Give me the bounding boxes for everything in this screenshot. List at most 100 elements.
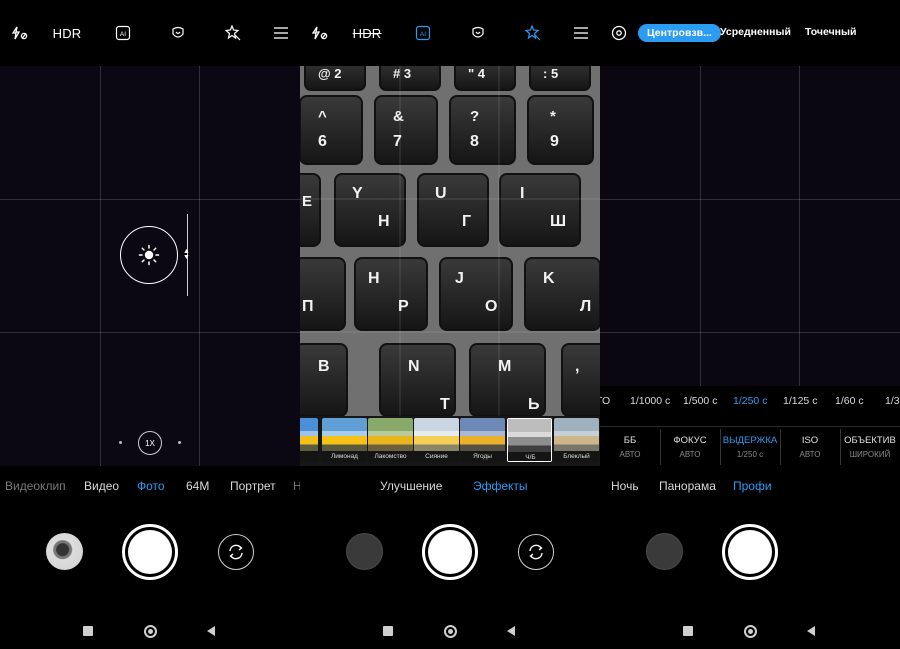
- mode-panorama[interactable]: Панорама: [659, 479, 716, 493]
- shutter-button[interactable]: [422, 524, 478, 580]
- metering-center-weighted[interactable]: Центровзв...: [638, 24, 721, 42]
- speed-option[interactable]: 1/60 с: [835, 395, 864, 407]
- nav-recents-button[interactable]: [382, 622, 394, 640]
- mode-64m[interactable]: 64M: [186, 479, 209, 493]
- flash-off-icon[interactable]: [10, 22, 30, 44]
- gallery-thumbnail[interactable]: [646, 533, 683, 570]
- nav-recents-button[interactable]: [682, 622, 694, 640]
- nav-back-button[interactable]: [806, 622, 816, 640]
- back-icon: [207, 626, 215, 636]
- hdr-button[interactable]: HDR: [53, 22, 82, 44]
- speed-option-selected[interactable]: 1/250 с: [733, 395, 767, 407]
- filter-item[interactable]: й: [300, 418, 318, 462]
- mode-enhance[interactable]: Улучшение: [380, 479, 442, 493]
- filter-item[interactable]: Лакомство: [368, 418, 413, 462]
- shutter-button[interactable]: [122, 524, 178, 580]
- mode-effects[interactable]: Эффекты: [473, 479, 528, 493]
- speed-option[interactable]: 1/500 с: [683, 395, 717, 407]
- mode-photo[interactable]: Фото: [137, 479, 165, 493]
- zoom-button[interactable]: 1X: [138, 431, 162, 455]
- filter-item-selected[interactable]: Ч/Б: [507, 418, 552, 462]
- nav-home-button[interactable]: [742, 622, 758, 640]
- zoom-dot[interactable]: [178, 441, 181, 444]
- flash-off-icon[interactable]: [310, 22, 330, 44]
- square-icon: [383, 626, 393, 636]
- menu-icon[interactable]: [572, 22, 590, 44]
- ai-icon[interactable]: AI: [113, 22, 133, 44]
- square-icon: [683, 626, 693, 636]
- magic-icon[interactable]: [223, 22, 243, 44]
- grid-line: [199, 66, 200, 466]
- param-white-balance[interactable]: ББ АВТО: [600, 427, 660, 467]
- switch-camera-button[interactable]: [518, 534, 554, 570]
- beauty-icon[interactable]: [468, 22, 488, 44]
- filter-item[interactable]: Блеклый: [554, 418, 599, 462]
- hdr-button[interactable]: HDR: [353, 22, 382, 44]
- svg-text:6: 6: [318, 133, 327, 150]
- speed-option[interactable]: 1/3: [885, 395, 900, 407]
- param-iso[interactable]: ISO АВТО: [780, 427, 840, 467]
- grid-line: [600, 332, 900, 333]
- nav-recents-button[interactable]: [82, 622, 94, 640]
- svg-text:^: ^: [318, 108, 327, 125]
- svg-text:7: 7: [393, 133, 402, 150]
- param-shutter-speed[interactable]: ВЫДЕРЖКА 1/250 с: [720, 427, 780, 467]
- exposure-slider-handle-icon[interactable]: ▲ ▼: [183, 248, 190, 261]
- svg-text:О: О: [485, 298, 497, 315]
- svg-text:Л: Л: [580, 298, 591, 315]
- metering-icon[interactable]: [610, 22, 628, 44]
- mode-video[interactable]: Видео: [84, 479, 119, 493]
- top-toolbar: HDR AI: [300, 0, 600, 66]
- nav-back-button[interactable]: [506, 622, 516, 640]
- back-icon: [807, 626, 815, 636]
- menu-icon[interactable]: [272, 22, 290, 44]
- camera-panel-effects: HDR AI @ 2 # 3 " 4: 5 ^ 6 & 7 ? 8 * 9 Е…: [300, 0, 600, 649]
- magic-icon[interactable]: [523, 22, 543, 44]
- metering-average[interactable]: Усредненный: [720, 26, 791, 38]
- metering-spot[interactable]: Точечный: [805, 26, 856, 38]
- grid-line: [799, 66, 800, 386]
- mode-selector: Улучшение Эффекты: [300, 466, 600, 506]
- param-focus[interactable]: ФОКУС АВТО: [660, 427, 720, 467]
- grid-line: [0, 332, 300, 333]
- filter-strip: й Лимонад Лакомство Сияние Ягоды Ч/Б Бле…: [300, 416, 600, 466]
- speed-option[interactable]: 1/125 с: [783, 395, 817, 407]
- grid-line: [700, 66, 701, 386]
- param-lens[interactable]: ОБЪЕКТИВ ШИРОКИЙ: [840, 427, 900, 467]
- filter-item[interactable]: Сияние: [414, 418, 459, 462]
- svg-text:AI: AI: [120, 31, 126, 38]
- mode-night[interactable]: Ночь: [611, 479, 639, 493]
- key-label: # 3: [393, 66, 411, 81]
- nav-home-button[interactable]: [442, 622, 458, 640]
- nav-home-button[interactable]: [142, 622, 158, 640]
- zoom-dot[interactable]: [119, 441, 122, 444]
- gallery-thumbnail[interactable]: [346, 533, 383, 570]
- ai-icon[interactable]: AI: [413, 22, 433, 44]
- speed-option[interactable]: ТО: [600, 395, 610, 407]
- filter-item[interactable]: Лимонад: [322, 418, 367, 462]
- viewfinder-bw-preview[interactable]: @ 2 # 3 " 4 : 5 ^ 6 & 7 ? 8 * 9 Е YН UГ IШ П…: [300, 66, 600, 416]
- focus-exposure-ring[interactable]: [120, 226, 178, 284]
- camera-panel-photo: HDR AI ▲ ▼ 1X Видеоклип Видео Фото 64M П…: [0, 0, 300, 649]
- viewfinder[interactable]: [600, 66, 900, 386]
- back-icon: [507, 626, 515, 636]
- filter-item[interactable]: Ягоды: [460, 418, 505, 462]
- grid-line: [100, 66, 101, 466]
- shutter-button[interactable]: [722, 524, 778, 580]
- mode-more-fragment: Н: [293, 479, 300, 493]
- switch-camera-button[interactable]: [218, 534, 254, 570]
- mode-videoclip[interactable]: Видеоклип: [5, 479, 66, 493]
- mode-pro[interactable]: Профи: [733, 479, 772, 493]
- svg-text:Г: Г: [462, 213, 471, 230]
- beauty-icon[interactable]: [168, 22, 188, 44]
- gallery-thumbnail[interactable]: [46, 533, 83, 570]
- home-icon: [743, 624, 757, 638]
- svg-text:Ш: Ш: [550, 213, 566, 230]
- nav-back-button[interactable]: [206, 622, 216, 640]
- mode-portrait[interactable]: Портрет: [230, 479, 276, 493]
- svg-text:AI: AI: [420, 31, 426, 38]
- key-label: " 4: [468, 66, 486, 81]
- shutter-speed-scroller[interactable]: ТО 1/1000 с 1/500 с 1/250 с 1/125 с 1/60…: [600, 386, 900, 416]
- speed-option[interactable]: 1/1000 с: [630, 395, 670, 407]
- grid-line: [600, 199, 900, 200]
